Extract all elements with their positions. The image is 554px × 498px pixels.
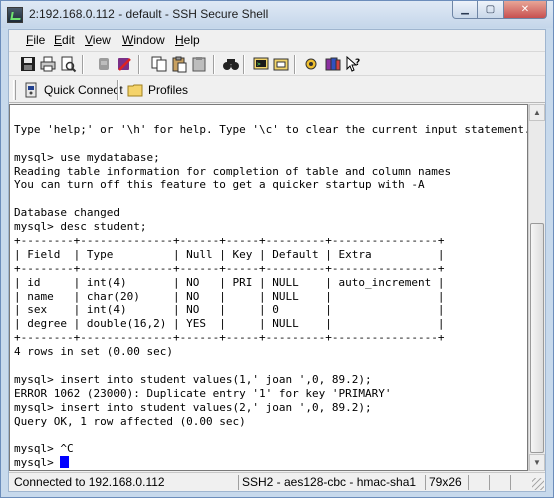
svg-text:>: > [257, 61, 261, 68]
terminal-line: | Field | Type | Null | Key | Default | … [14, 247, 445, 261]
terminal-line: +--------+--------------+------+-----+--… [14, 331, 445, 345]
terminal-size-status: 79x26 [425, 475, 467, 490]
terminal-line: | name | char(20) | NO | | NULL | | [14, 289, 445, 303]
maximize-button[interactable]: ▢ [478, 1, 504, 19]
scroll-thumb[interactable] [530, 223, 544, 453]
menu-file[interactable]: File [26, 33, 45, 47]
paste-icon[interactable] [170, 55, 188, 73]
terminal-line: +--------+--------------+------+-----+--… [14, 234, 445, 248]
paste-file-icon[interactable] [190, 55, 208, 73]
terminal-line: 4 rows in set (0.00 sec) [14, 345, 173, 359]
terminal-lines: Type 'help;' or '\h' for help. Type '\c'… [14, 109, 528, 470]
scroll-down-arrow-icon[interactable]: ▼ [529, 454, 545, 471]
menu-edit-label: dit [62, 33, 75, 47]
toolbar-separator [213, 55, 215, 74]
terminal-prompt: mysql> [14, 456, 61, 470]
terminal-output[interactable]: Type 'help;' or '\h' for help. Type '\c'… [9, 104, 528, 471]
quick-connect-button[interactable]: Quick Connect [23, 81, 123, 99]
client-area: File Edit View Window Help > ? Quick Con… [8, 29, 546, 492]
terminal-line: mysql> desc student; [14, 220, 147, 234]
menu-window-accelerator: W [122, 33, 134, 47]
print-icon[interactable] [39, 55, 57, 73]
context-help-icon[interactable]: ? [344, 55, 362, 73]
terminal-line: Type 'help;' or '\h' for help. Type '\c'… [14, 122, 528, 136]
status-bar: Connected to 192.168.0.112 SSH2 - aes128… [9, 472, 545, 491]
connection-status: Connected to 192.168.0.112 [14, 475, 165, 489]
terminal-line: Query OK, 1 row affected (0.00 sec) [14, 414, 246, 428]
toolbar-separator [82, 55, 84, 74]
quick-connect-bar: Quick Connect Profiles [9, 77, 545, 103]
ssh-client-window: 2:192.168.0.112 - default - SSH Secure S… [0, 0, 554, 498]
terminal-line: ERROR 1062 (23000): Duplicate entry '1' … [14, 386, 392, 400]
ssh-app-icon[interactable] [7, 7, 23, 23]
print-preview-icon[interactable] [59, 55, 77, 73]
profiles-label: Profiles [148, 83, 189, 97]
terminal-line: Reading table information for completion… [14, 164, 452, 178]
quick-connect-label: Quick Connect [44, 83, 123, 97]
terminal-line: +--------+--------------+------+-----+--… [14, 261, 445, 275]
status-field-empty-1 [468, 475, 488, 490]
menu-window-label: indow [133, 33, 165, 47]
window-title: 2:192.168.0.112 - default - SSH Secure S… [29, 7, 269, 21]
new-file-transfer-icon[interactable] [272, 55, 290, 73]
help-topics-icon[interactable] [324, 55, 342, 73]
menu-help-label: elp [183, 33, 200, 47]
vertical-scrollbar[interactable]: ▲ ▼ [528, 104, 545, 471]
terminal-line: mysql> insert into student values(2,' jo… [14, 400, 372, 414]
menu-view-accelerator: V [85, 33, 93, 47]
disconnect-icon[interactable] [95, 55, 113, 73]
terminal-line: | id | int(4) | NO | PRI | NULL | auto_i… [14, 275, 445, 289]
terminal-line: mysql> insert into student values(1,' jo… [14, 372, 372, 386]
resize-grip[interactable] [532, 478, 544, 490]
menu-help-accelerator: H [175, 33, 184, 47]
svg-text:?: ? [355, 58, 360, 68]
cipher-status: SSH2 - aes128-cbc - hmac-sha1 [238, 475, 424, 490]
terminal-line: Database changed [14, 206, 120, 220]
save-icon[interactable] [19, 55, 37, 73]
terminal-line: mysql> use mydatabase; [14, 150, 160, 164]
minimize-button[interactable]: ▁ [452, 1, 478, 19]
toolbar-separator [138, 55, 140, 74]
profiles-button[interactable]: Profiles [127, 81, 188, 99]
terminal-line: | sex | int(4) | NO | | 0 | | [14, 303, 445, 317]
status-field-empty-3 [510, 475, 530, 490]
settings-icon[interactable] [302, 55, 320, 73]
menu-window[interactable]: Window [122, 33, 165, 47]
new-terminal-icon[interactable]: > [252, 55, 270, 73]
toolbar-separator [243, 55, 245, 74]
menu-edit[interactable]: Edit [54, 33, 75, 47]
terminal-cursor [60, 456, 70, 469]
close-button[interactable]: ✕ [504, 1, 547, 19]
menu-edit-accelerator: E [54, 33, 63, 47]
window-controls: ▁ ▢ ✕ [452, 1, 547, 19]
folder-icon [127, 84, 143, 97]
find-icon[interactable] [222, 55, 240, 73]
toolbar: > ? [9, 51, 545, 76]
menu-bar: File Edit View Window Help [9, 30, 545, 50]
copy-icon[interactable] [150, 55, 168, 73]
terminal-line: mysql> ^C [14, 442, 74, 456]
disconnect-profile-icon[interactable] [115, 55, 133, 73]
title-bar[interactable]: 2:192.168.0.112 - default - SSH Secure S… [1, 1, 553, 28]
menu-file-label: ile [33, 33, 46, 47]
menu-view[interactable]: View [85, 33, 111, 47]
menu-view-label: iew [92, 33, 111, 47]
scroll-up-arrow-icon[interactable]: ▲ [529, 104, 545, 121]
quickbar-separator [117, 80, 119, 100]
terminal-prompt-line[interactable]: mysql> [14, 456, 527, 470]
toolbar-separator [294, 55, 296, 74]
terminal-line: You can turn off this feature to get a q… [14, 178, 425, 192]
quick-connect-icon [25, 82, 37, 98]
terminal-line: | degree | double(16,2) | YES | | NULL |… [14, 317, 445, 331]
menu-help[interactable]: Help [175, 33, 200, 47]
status-field-empty-2 [489, 475, 509, 490]
toolbar-grip[interactable] [13, 80, 16, 100]
